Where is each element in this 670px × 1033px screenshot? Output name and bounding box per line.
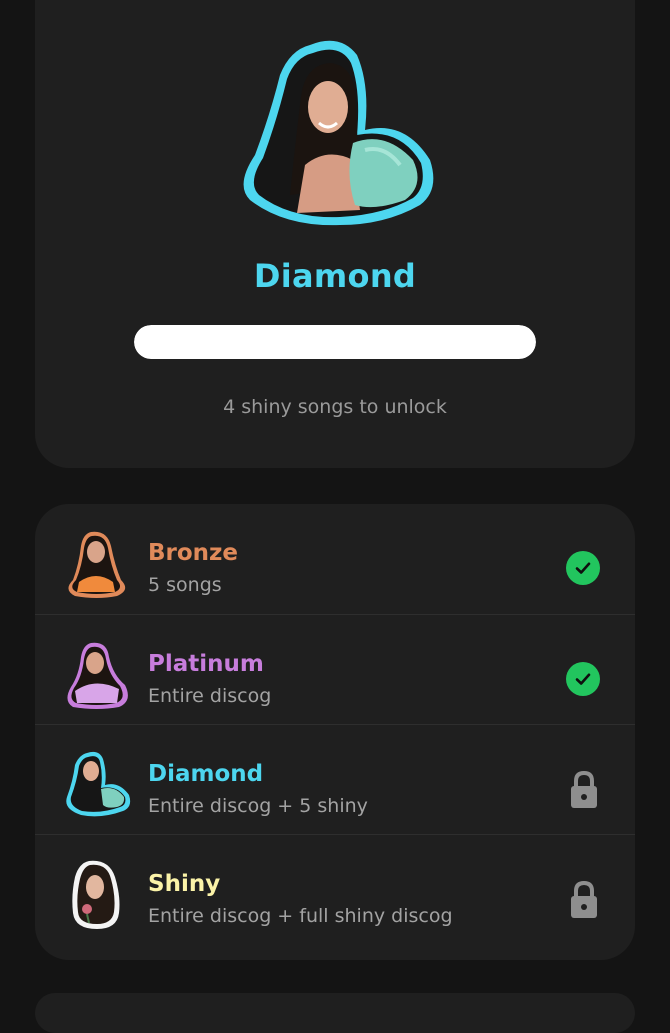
tier-description: Entire discog + 5 shiny [148, 795, 368, 817]
tier-progress-bar [134, 325, 536, 359]
tier-list: Bronze 5 songs Platinum Entire discog Di… [35, 504, 635, 960]
tier-description: Entire discog [148, 685, 272, 707]
tier-name: Bronze [148, 540, 239, 566]
lock-icon [571, 880, 597, 918]
check-icon [566, 551, 600, 585]
next-card [35, 993, 635, 1033]
tier-row-diamond[interactable]: Diamond Entire discog + 5 shiny [35, 724, 635, 835]
tier-status [566, 551, 602, 587]
shiny-avatar [72, 860, 120, 929]
tier-progress-fill [134, 325, 536, 359]
bronze-avatar [68, 531, 126, 598]
tier-status [566, 770, 602, 808]
tier-name: Shiny [148, 871, 221, 897]
check-icon [566, 662, 600, 696]
unlock-note: 4 shiny songs to unlock [223, 396, 447, 418]
tier-name: Platinum [148, 651, 264, 677]
tier-row-platinum[interactable]: Platinum Entire discog [35, 614, 635, 725]
tier-row-bronze[interactable]: Bronze 5 songs [35, 504, 635, 614]
tier-row-shiny[interactable]: Shiny Entire discog + full shiny discog [35, 834, 635, 945]
tier-name: Diamond [148, 761, 264, 787]
platinum-avatar [67, 642, 128, 709]
tier-description: Entire discog + full shiny discog [148, 905, 453, 927]
tier-status [566, 880, 602, 918]
tier-status [566, 662, 602, 698]
current-tier-card: Diamond 4 shiny songs to unlock [35, 0, 635, 468]
diamond-avatar [66, 751, 131, 817]
diamond-avatar [243, 40, 434, 226]
lock-icon [571, 770, 597, 808]
tier-description: 5 songs [148, 574, 222, 596]
current-tier-title: Diamond [253, 257, 417, 295]
